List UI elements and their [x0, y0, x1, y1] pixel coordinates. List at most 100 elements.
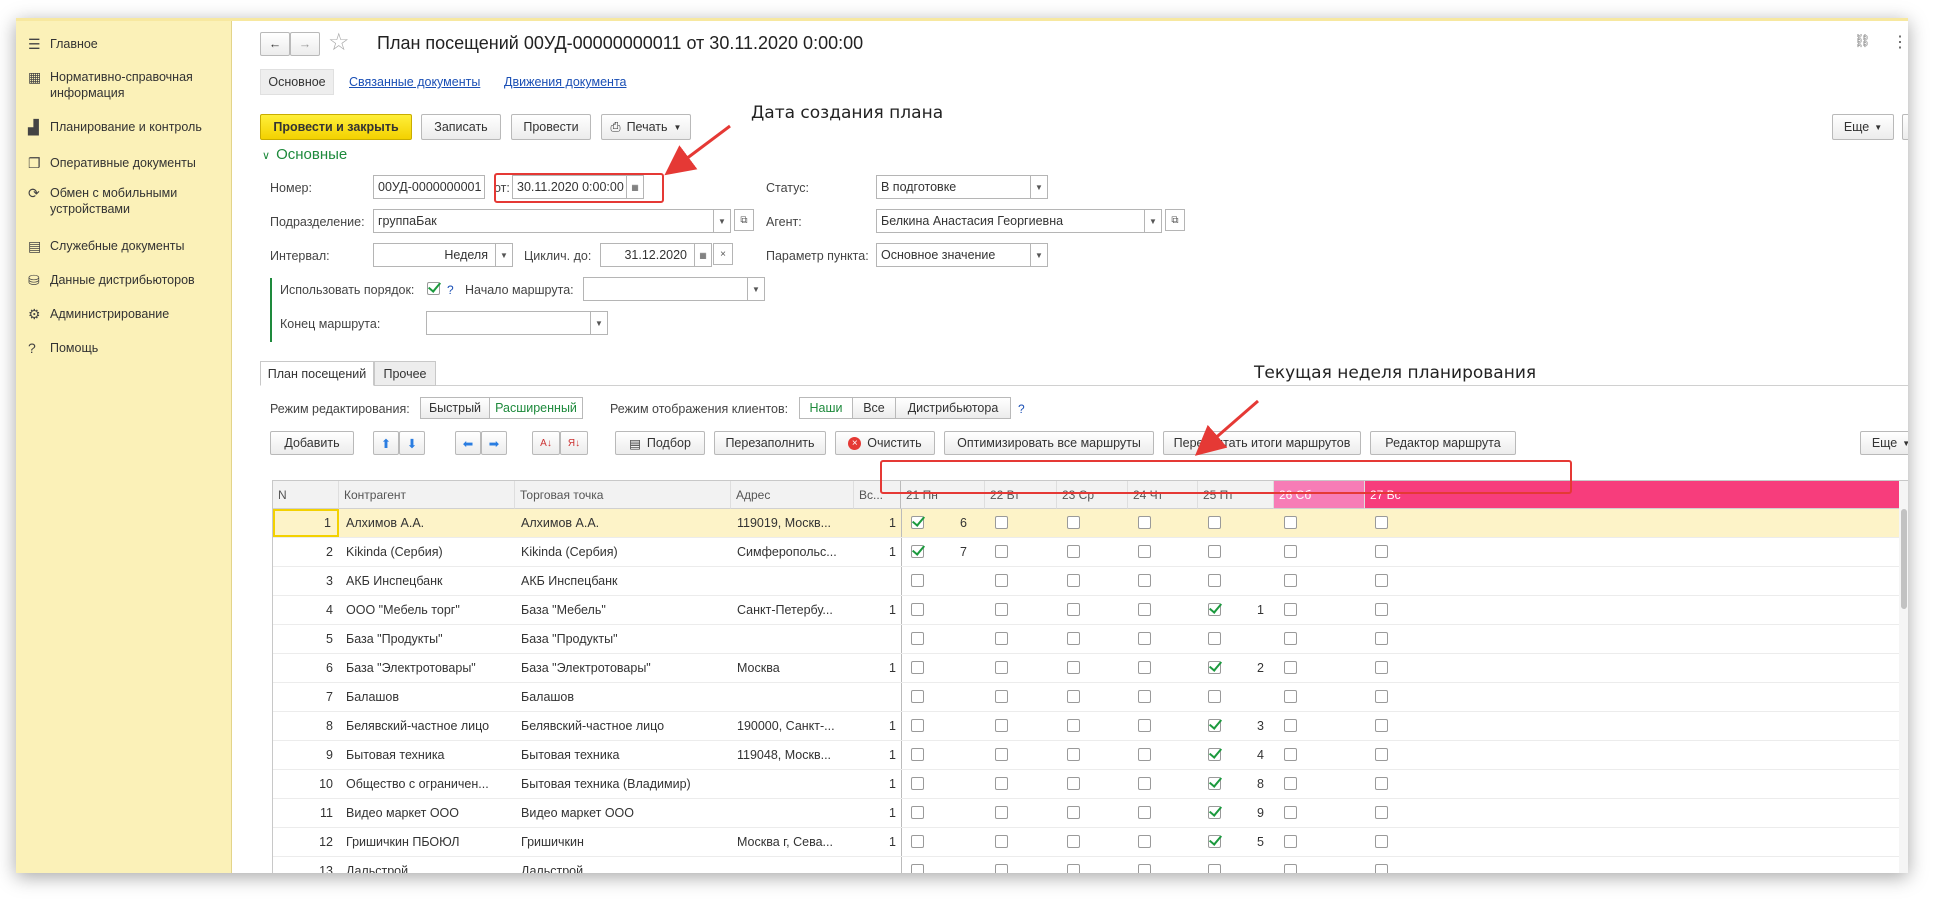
day-checkbox[interactable] — [1208, 864, 1221, 873]
day-checkbox[interactable] — [911, 690, 924, 703]
day-checkbox[interactable] — [1138, 777, 1151, 790]
table-row[interactable]: 6 База "Электротовары" База "Электротовары… — [273, 654, 1908, 683]
day-checkbox[interactable] — [995, 574, 1008, 587]
day-checkbox[interactable] — [1067, 719, 1080, 732]
day-checkbox[interactable] — [995, 806, 1008, 819]
day-checkbox[interactable] — [1284, 719, 1297, 732]
day-checkbox[interactable] — [911, 835, 924, 848]
day-checkbox[interactable] — [995, 516, 1008, 529]
day-checkbox[interactable] — [1138, 574, 1151, 587]
day-checkbox[interactable] — [1138, 748, 1151, 761]
day-checkbox[interactable] — [995, 864, 1008, 873]
edit-mode-fast[interactable]: Быстрый — [420, 397, 490, 419]
day-checkbox[interactable] — [995, 719, 1008, 732]
forward-button[interactable]: → — [290, 32, 320, 56]
day-checkbox[interactable] — [1375, 661, 1388, 674]
day-checkbox[interactable] — [1375, 603, 1388, 616]
refill-button[interactable]: Перезаполнить — [714, 431, 826, 455]
day-checkbox[interactable] — [1284, 835, 1297, 848]
day-checkbox[interactable] — [1067, 516, 1080, 529]
back-button[interactable]: ← — [260, 32, 290, 56]
day-checkbox[interactable] — [1067, 835, 1080, 848]
link-icon[interactable]: ⛓ — [1854, 33, 1871, 49]
day-checkbox[interactable] — [1067, 748, 1080, 761]
day-checkbox[interactable] — [911, 719, 924, 732]
day-checkbox[interactable] — [995, 661, 1008, 674]
day-checkbox[interactable] — [1375, 835, 1388, 848]
day-checkbox[interactable] — [1284, 545, 1297, 558]
day-checkbox[interactable] — [1138, 661, 1151, 674]
number-field[interactable]: 00УД-0000000001 — [373, 175, 485, 199]
day-checkbox[interactable] — [1375, 748, 1388, 761]
table-row[interactable]: 4 ООО "Мебель торг" База "Мебель" Санкт-Пет… — [273, 596, 1908, 625]
day-checkbox[interactable] — [1375, 574, 1388, 587]
tab-main[interactable]: Основное — [260, 69, 334, 95]
tab-other[interactable]: Прочее — [374, 361, 436, 386]
column-outlet[interactable]: Торговая точка — [515, 481, 731, 509]
day-checkbox[interactable] — [911, 777, 924, 790]
day-checkbox[interactable] — [911, 603, 924, 616]
route-end-select[interactable]: ▼ — [426, 311, 608, 335]
day-checkbox[interactable] — [1208, 777, 1221, 790]
day-checkbox[interactable] — [1284, 603, 1297, 616]
post-and-close-button[interactable]: Провести и закрыть — [260, 114, 412, 140]
day-checkbox[interactable] — [1138, 835, 1151, 848]
day-checkbox[interactable] — [1208, 632, 1221, 645]
open-agent-icon[interactable]: ⧉ — [1165, 209, 1185, 231]
table-row[interactable]: 3 АКБ Инспецбанк АКБ Инспецбанк — [273, 567, 1908, 596]
sidebar-item-5[interactable]: ▤ Служебные документы — [28, 238, 228, 254]
tab-document-movements[interactable]: Движения документа — [504, 75, 626, 89]
help-button[interactable]: ? — [1902, 114, 1908, 140]
day-checkbox[interactable] — [1375, 777, 1388, 790]
day-checkbox[interactable] — [1375, 719, 1388, 732]
day-checkbox[interactable] — [911, 661, 924, 674]
move-left-icon[interactable]: ⬅ — [455, 431, 481, 455]
day-checkbox[interactable] — [1208, 806, 1221, 819]
sidebar-item-2[interactable]: ▟ Планирование и контроль — [28, 119, 228, 135]
move-up-icon[interactable]: ⬆ — [373, 431, 399, 455]
scrollbar-thumb[interactable] — [1901, 509, 1907, 609]
agent-field[interactable]: Белкина Анастасия Георгиевна ▼ — [876, 209, 1162, 233]
day-checkbox[interactable] — [1138, 603, 1151, 616]
day-checkbox[interactable] — [995, 748, 1008, 761]
day-checkbox[interactable] — [1138, 516, 1151, 529]
optimize-routes-button[interactable]: Оптимизировать все маршруты — [944, 431, 1154, 455]
star-icon[interactable]: ☆ — [328, 28, 350, 57]
day-checkbox[interactable] — [995, 690, 1008, 703]
day-checkbox[interactable] — [1208, 835, 1221, 848]
move-down-icon[interactable]: ⬇ — [399, 431, 425, 455]
table-row[interactable]: 12 Гришичкин ПБОЮЛ Гришичкин Москва г, Сева… — [273, 828, 1908, 857]
add-button[interactable]: Добавить — [270, 431, 354, 455]
chevron-down-icon[interactable]: ▼ — [495, 244, 512, 266]
interval-select[interactable]: Неделя ▼ — [373, 243, 513, 267]
display-mode-all[interactable]: Все — [852, 397, 896, 419]
day-checkbox[interactable] — [911, 545, 924, 558]
day-checkbox[interactable] — [1208, 719, 1221, 732]
day-checkbox[interactable] — [995, 835, 1008, 848]
day-checkbox[interactable] — [1067, 545, 1080, 558]
display-mode-distributor[interactable]: Дистрибьютора — [895, 397, 1011, 419]
chevron-down-icon[interactable]: ▼ — [590, 312, 607, 334]
day-checkbox[interactable] — [1067, 864, 1080, 873]
route-editor-button[interactable]: Редактор маршрута — [1370, 431, 1516, 455]
column-n[interactable]: N — [273, 481, 339, 509]
sidebar-item-4[interactable]: ⟳ Обмен с мобильными устройствами — [28, 185, 228, 217]
post-button[interactable]: Провести — [511, 114, 591, 140]
day-checkbox[interactable] — [911, 806, 924, 819]
chevron-down-icon[interactable]: ▼ — [1144, 210, 1161, 232]
print-button[interactable]: ⎙ Печать ▼ — [601, 114, 691, 140]
department-field[interactable]: группаБак ▼ — [373, 209, 731, 233]
day-checkbox[interactable] — [1284, 516, 1297, 529]
cyclic-date-field[interactable]: 31.12.2020 ▦ — [600, 243, 712, 267]
day-checkbox[interactable] — [1375, 545, 1388, 558]
table-row[interactable]: 11 Видео маркет ООО Видео маркет ООО 1 9 — [273, 799, 1908, 828]
day-checkbox[interactable] — [1138, 864, 1151, 873]
column-counterparty[interactable]: Контрагент — [339, 481, 515, 509]
point-param-select[interactable]: Основное значение ▼ — [876, 243, 1048, 267]
day-checkbox[interactable] — [1138, 690, 1151, 703]
day-checkbox[interactable] — [1375, 632, 1388, 645]
open-department-icon[interactable]: ⧉ — [734, 209, 754, 231]
day-checkbox[interactable] — [1284, 748, 1297, 761]
sort-descending-icon[interactable]: Я↓ — [560, 431, 588, 455]
tab-visit-plan[interactable]: План посещений — [260, 361, 374, 386]
